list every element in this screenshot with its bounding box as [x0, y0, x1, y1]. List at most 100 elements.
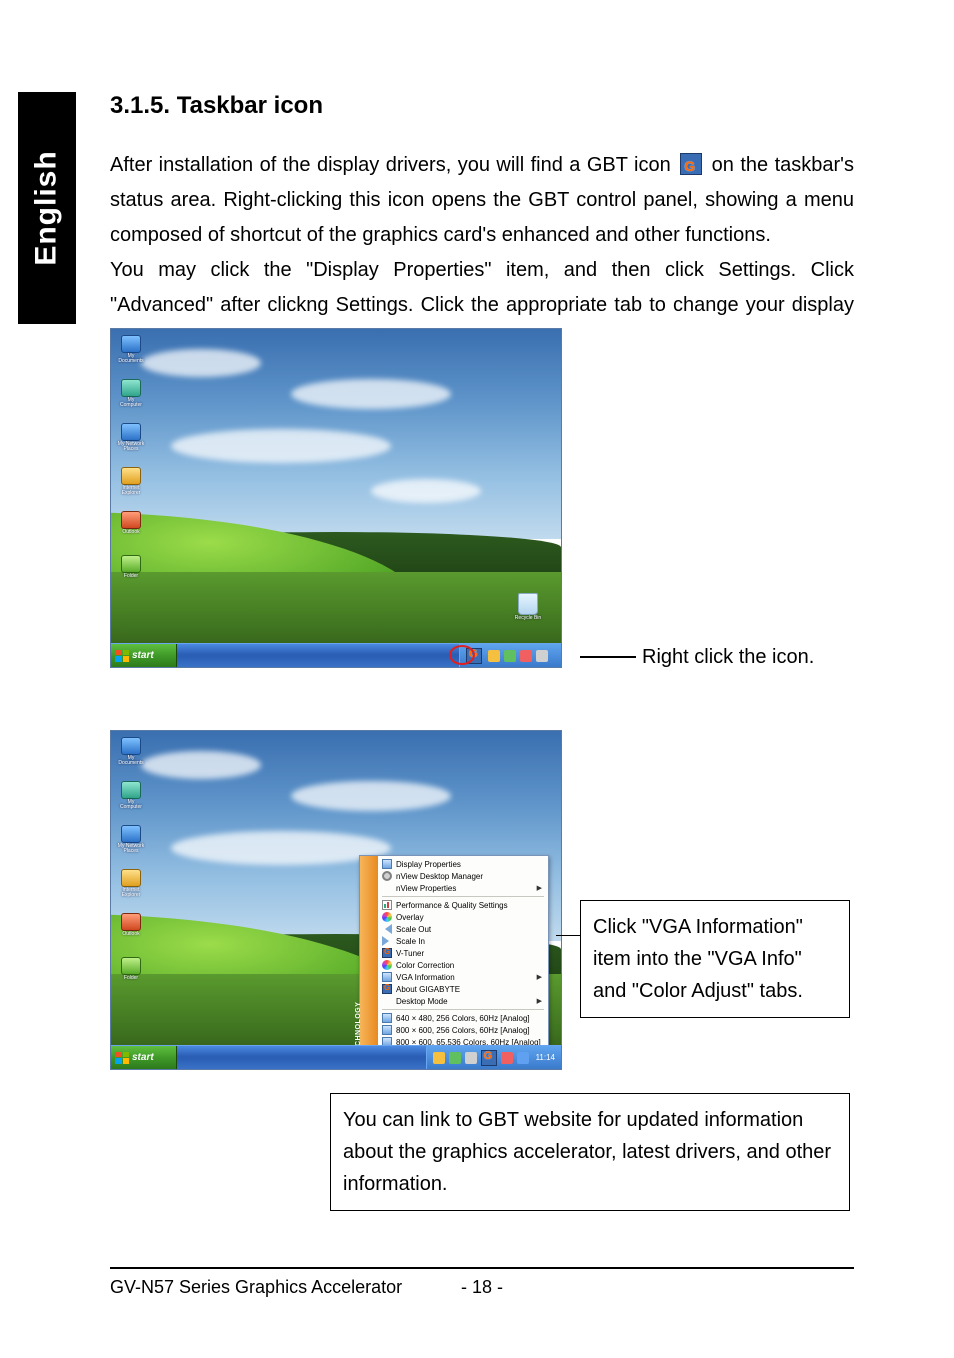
- footer-page-number: - 18 -: [442, 1277, 522, 1298]
- leader-line: [580, 656, 636, 658]
- blank-icon: [382, 996, 392, 1006]
- desktop-icons: My Documents My Computer My Network Plac…: [117, 737, 145, 991]
- menu-item[interactable]: About GIGABYTE: [378, 983, 548, 995]
- mon-icon: [382, 1013, 392, 1023]
- desktop-icon[interactable]: My Documents: [117, 737, 145, 771]
- menu-item[interactable]: Desktop Mode ▶: [378, 995, 548, 1007]
- tray-icon[interactable]: [536, 650, 548, 662]
- tray-icon[interactable]: [517, 1052, 529, 1064]
- start-button[interactable]: start: [111, 1046, 177, 1069]
- menu-brand-strip: GIGABYTE TECHNOLOGY: [360, 856, 378, 1070]
- menu-item[interactable]: V-Tuner: [378, 947, 548, 959]
- menu-item-label: 800 × 600, 256 Colors, 60Hz [Analog]: [396, 1026, 530, 1035]
- desktop-icon[interactable]: My Network Places: [117, 825, 145, 859]
- callout-website: You can link to GBT website for updated …: [330, 1093, 850, 1211]
- tray-icon[interactable]: [520, 650, 532, 662]
- tray-icon[interactable]: [488, 650, 500, 662]
- menu-separator: [382, 1009, 544, 1010]
- menu-item[interactable]: VGA Information ▶: [378, 971, 548, 983]
- gbt-tray-icon[interactable]: [466, 648, 482, 664]
- language-tab: English: [18, 92, 76, 324]
- callout-vga-info: Click "VGA Information" item into the "V…: [580, 900, 850, 1018]
- pal-icon: [382, 912, 392, 922]
- desktop-icon[interactable]: My Computer: [117, 781, 145, 815]
- submenu-arrow-icon: ▶: [537, 884, 542, 892]
- gbt-tray-icon[interactable]: [481, 1050, 497, 1066]
- content-area: 3.1.5. Taskbar icon After installation o…: [110, 92, 854, 358]
- menu-item-label: 640 × 480, 256 Colors, 60Hz [Analog]: [396, 1014, 530, 1023]
- desktop-icon[interactable]: My Computer: [117, 379, 145, 413]
- page-footer: GV-N57 Series Graphics Accelerator - 18 …: [110, 1267, 854, 1298]
- language-tab-label: English: [30, 150, 64, 265]
- section-heading: 3.1.5. Taskbar icon: [110, 92, 854, 120]
- tray-icon[interactable]: [449, 1052, 461, 1064]
- desktop-icon[interactable]: Outlook: [117, 913, 145, 947]
- menu-item-label: VGA Information: [396, 973, 455, 982]
- g-icon: [382, 984, 392, 994]
- figure-1-caption: Right click the icon.: [580, 646, 850, 669]
- gear-icon: [382, 871, 392, 881]
- start-button[interactable]: start: [111, 644, 177, 667]
- tray-icon[interactable]: [504, 650, 516, 662]
- menu-items-list: Display Properties nView Desktop Managern…: [378, 856, 548, 1070]
- tray-icon[interactable]: [465, 1052, 477, 1064]
- disp-icon: [382, 859, 392, 869]
- windows-flag-icon: [115, 650, 129, 662]
- leader-line: [556, 935, 580, 936]
- menu-item[interactable]: Scale Out: [378, 923, 548, 935]
- menu-item[interactable]: 800 × 600, 256 Colors, 60Hz [Analog]: [378, 1024, 548, 1036]
- menu-item-label: Overlay: [396, 913, 424, 922]
- tray-icon[interactable]: [501, 1052, 513, 1064]
- menu-item[interactable]: Display Properties: [378, 858, 548, 870]
- menu-item[interactable]: Scale In: [378, 935, 548, 947]
- g-icon: [382, 948, 392, 958]
- menu-item[interactable]: nView Desktop Manager: [378, 870, 548, 882]
- desktop-screenshot-2: My Documents My Computer My Network Plac…: [110, 730, 562, 1070]
- arrL-icon: [382, 924, 392, 934]
- desktop-icon[interactable]: Internet Explorer: [117, 869, 145, 903]
- menu-item-label: Display Properties: [396, 860, 461, 869]
- taskbar: start: [111, 643, 561, 667]
- mon-icon: [382, 1025, 392, 1035]
- menu-item-label: Scale In: [396, 937, 425, 946]
- menu-item-label: Scale Out: [396, 925, 431, 934]
- recycle-bin-icon[interactable]: Recycle Bin: [513, 593, 543, 629]
- submenu-arrow-icon: ▶: [537, 973, 542, 981]
- bars-icon: [382, 900, 392, 910]
- tray-clock: 11:14: [536, 1053, 555, 1062]
- pal-icon: [382, 960, 392, 970]
- intro-paragraph-1: After installation of the display driver…: [110, 148, 854, 253]
- gbt-context-menu: GIGABYTE TECHNOLOGY Display Properties nV…: [359, 855, 549, 1070]
- desktop-icon[interactable]: My Network Places: [117, 423, 145, 457]
- menu-item[interactable]: Color Correction: [378, 959, 548, 971]
- desktop-icon[interactable]: Folder: [117, 957, 145, 991]
- menu-item-label: Performance & Quality Settings: [396, 901, 508, 910]
- menu-item-label: Desktop Mode: [396, 997, 448, 1006]
- desktop-icon[interactable]: Internet Explorer: [117, 467, 145, 501]
- menu-item-label: About GIGABYTE: [396, 985, 460, 994]
- desktop-icons: My Documents My Computer My Network Plac…: [117, 335, 145, 589]
- menu-item[interactable]: Overlay: [378, 911, 548, 923]
- menu-item[interactable]: Performance & Quality Settings: [378, 899, 548, 911]
- menu-item[interactable]: nView Properties▶: [378, 882, 548, 894]
- windows-flag-icon: [115, 1052, 129, 1064]
- system-tray: 11:14: [426, 1046, 561, 1069]
- gbt-tray-icon: [680, 153, 702, 175]
- menu-item[interactable]: 640 × 480, 256 Colors, 60Hz [Analog]: [378, 1012, 548, 1024]
- menu-item-label: nView Desktop Manager: [396, 872, 483, 881]
- menu-item-label: Color Correction: [396, 961, 454, 970]
- footer-product: GV-N57 Series Graphics Accelerator: [110, 1277, 442, 1298]
- desktop-screenshot-1: My Documents My Computer My Network Plac…: [110, 328, 562, 668]
- tray-icon[interactable]: [433, 1052, 445, 1064]
- system-tray: [459, 644, 561, 667]
- submenu-arrow-icon: ▶: [537, 997, 542, 1005]
- figure-1: My Documents My Computer My Network Plac…: [110, 328, 854, 668]
- blank-icon: [382, 883, 392, 893]
- desktop-icon[interactable]: My Documents: [117, 335, 145, 369]
- menu-separator: [382, 896, 544, 897]
- desktop-icon[interactable]: Folder: [117, 555, 145, 589]
- desktop-icon[interactable]: Outlook: [117, 511, 145, 545]
- mon-icon: [382, 972, 392, 982]
- arrR-icon: [382, 936, 392, 946]
- menu-item-label: V-Tuner: [396, 949, 424, 958]
